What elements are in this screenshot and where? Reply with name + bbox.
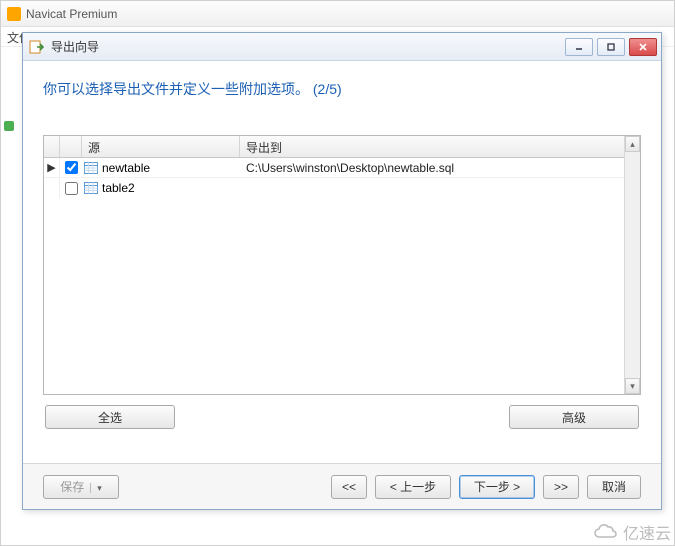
row-checkbox-cell xyxy=(60,182,82,195)
row-checkbox[interactable] xyxy=(65,182,78,195)
minimize-button[interactable] xyxy=(565,38,593,56)
table-icon xyxy=(84,162,98,174)
wizard-instruction: 你可以选择导出文件并定义一些附加选项。 (2/5) xyxy=(43,79,641,99)
app-title: Navicat Premium xyxy=(26,7,117,21)
window-controls xyxy=(565,38,657,56)
save-button-label: 保存 xyxy=(60,480,84,494)
main-titlebar: Navicat Premium xyxy=(1,1,674,27)
cancel-button[interactable]: 取消 xyxy=(587,475,641,499)
table-icon xyxy=(84,182,98,194)
scroll-up-icon[interactable]: ▴ xyxy=(625,136,640,152)
grid-header-rowmarker xyxy=(44,136,60,157)
grid-header-source[interactable]: 源 xyxy=(82,136,240,157)
mid-button-row: 全选 高级 xyxy=(43,405,641,429)
row-current-marker-icon: ▶ xyxy=(44,158,60,177)
dialog-title: 导出向导 xyxy=(51,38,565,55)
table-row[interactable]: table2 xyxy=(44,178,640,198)
export-wizard-icon xyxy=(29,39,45,55)
last-button[interactable]: >> xyxy=(543,475,579,499)
row-source-name: newtable xyxy=(102,161,150,175)
row-checkbox-cell xyxy=(60,161,82,174)
export-wizard-dialog: 导出向导 你可以选择导出文件并定义一些附加选项。 (2/5) 源 导出到 ▶ xyxy=(22,32,662,510)
row-dest-cell[interactable]: C:\Users\winston\Desktop\newtable.sql xyxy=(240,161,640,175)
grid-header-dest[interactable]: 导出到 xyxy=(240,136,640,157)
connection-indicator-icon xyxy=(4,121,14,131)
dialog-titlebar[interactable]: 导出向导 xyxy=(23,33,661,61)
row-source-cell[interactable]: newtable xyxy=(82,161,240,175)
row-checkbox[interactable] xyxy=(65,161,78,174)
export-grid: 源 导出到 ▶ newtable C:\Users\winston\Deskto… xyxy=(43,135,641,395)
grid-scrollbar[interactable]: ▴ ▾ xyxy=(624,136,640,394)
next-button[interactable]: 下一步 > xyxy=(459,475,535,499)
maximize-button[interactable] xyxy=(597,38,625,56)
row-marker xyxy=(44,178,60,198)
grid-header-checkbox xyxy=(60,136,82,157)
row-source-cell[interactable]: table2 xyxy=(82,181,240,195)
table-row[interactable]: ▶ newtable C:\Users\winston\Desktop\newt… xyxy=(44,158,640,178)
scroll-down-icon[interactable]: ▾ xyxy=(625,378,640,394)
app-icon xyxy=(7,7,21,21)
prev-button[interactable]: < 上一步 xyxy=(375,475,451,499)
select-all-button[interactable]: 全选 xyxy=(45,405,175,429)
dialog-body: 你可以选择导出文件并定义一些附加选项。 (2/5) 源 导出到 ▶ newtab… xyxy=(23,61,661,435)
advanced-button[interactable]: 高级 xyxy=(509,405,639,429)
first-button[interactable]: << xyxy=(331,475,367,499)
grid-header: 源 导出到 xyxy=(44,136,640,158)
close-button[interactable] xyxy=(629,38,657,56)
sidebar-hint xyxy=(4,120,20,134)
save-button[interactable]: 保存 xyxy=(43,475,119,499)
dialog-footer: 保存 << < 上一步 下一步 > >> 取消 xyxy=(23,463,661,509)
row-source-name: table2 xyxy=(102,181,135,195)
